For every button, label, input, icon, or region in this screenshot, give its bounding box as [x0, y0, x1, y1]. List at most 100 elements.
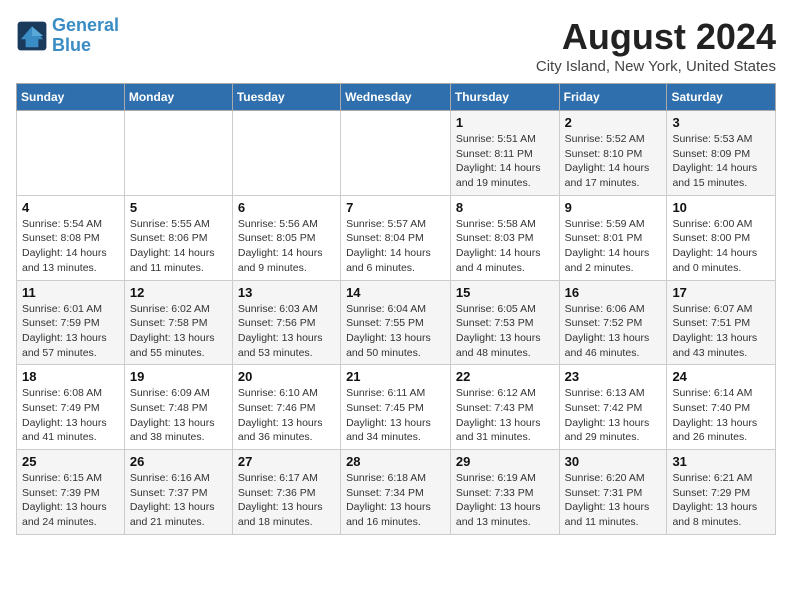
weekday-header-row: SundayMondayTuesdayWednesdayThursdayFrid… [17, 84, 776, 111]
calendar-week-5: 25Sunrise: 6:15 AMSunset: 7:39 PMDayligh… [17, 450, 776, 535]
day-info: Sunrise: 6:12 AMSunset: 7:43 PMDaylight:… [456, 386, 554, 445]
day-number: 24 [672, 369, 770, 384]
calendar-cell: 18 Sunrise: 6:08 AMSunset: 7:49 PMDayligh… [17, 365, 125, 450]
day-info: Sunrise: 6:16 AMSunset: 7:37 PMDaylight:… [130, 471, 227, 530]
calendar-cell [232, 111, 340, 196]
calendar-cell: 12 Sunrise: 6:02 AMSunset: 7:58 PMDayligh… [124, 280, 232, 365]
calendar-cell [341, 111, 451, 196]
day-number: 1 [456, 115, 554, 130]
calendar-cell: 22 Sunrise: 6:12 AMSunset: 7:43 PMDayligh… [450, 365, 559, 450]
calendar-week-3: 11Sunrise: 6:01 AMSunset: 7:59 PMDayligh… [17, 280, 776, 365]
day-info: Sunrise: 6:02 AMSunset: 7:58 PMDaylight:… [130, 302, 227, 361]
day-info: Sunrise: 6:09 AMSunset: 7:48 PMDaylight:… [130, 386, 227, 445]
day-info: Sunrise: 5:53 AMSunset: 8:09 PMDaylight:… [672, 132, 770, 191]
day-number: 12 [130, 285, 227, 300]
calendar-cell: 31 Sunrise: 6:21 AMSunset: 7:29 PMDayligh… [667, 450, 776, 535]
calendar-table: SundayMondayTuesdayWednesdayThursdayFrid… [16, 83, 776, 535]
day-number: 9 [565, 200, 662, 215]
calendar-cell: 23 Sunrise: 6:13 AMSunset: 7:42 PMDayligh… [559, 365, 667, 450]
calendar-cell: 17 Sunrise: 6:07 AMSunset: 7:51 PMDayligh… [667, 280, 776, 365]
day-number: 6 [238, 200, 335, 215]
day-number: 10 [672, 200, 770, 215]
day-info: Sunrise: 6:04 AMSunset: 7:55 PMDaylight:… [346, 302, 445, 361]
day-number: 19 [130, 369, 227, 384]
day-info: Sunrise: 5:54 AMSunset: 8:08 PMDaylight:… [22, 217, 119, 276]
calendar-cell: 5 Sunrise: 5:55 AMSunset: 8:06 PMDaylight… [124, 195, 232, 280]
day-info: Sunrise: 5:58 AMSunset: 8:03 PMDaylight:… [456, 217, 554, 276]
day-number: 17 [672, 285, 770, 300]
calendar-cell: 13Sunrise: 6:03 AMSunset: 7:56 PMDayligh… [232, 280, 340, 365]
day-info: Sunrise: 5:51 AMSunset: 8:11 PMDaylight:… [456, 132, 554, 191]
calendar-cell: 8 Sunrise: 5:58 AMSunset: 8:03 PMDaylight… [450, 195, 559, 280]
day-number: 5 [130, 200, 227, 215]
calendar-cell [124, 111, 232, 196]
calendar-cell: 29Sunrise: 6:19 AMSunset: 7:33 PMDayligh… [450, 450, 559, 535]
day-info: Sunrise: 6:17 AMSunset: 7:36 PMDaylight:… [238, 471, 335, 530]
day-number: 20 [238, 369, 335, 384]
calendar-subtitle: City Island, New York, United States [536, 58, 776, 75]
day-info: Sunrise: 6:13 AMSunset: 7:42 PMDaylight:… [565, 386, 662, 445]
day-number: 28 [346, 454, 445, 469]
calendar-cell: 10 Sunrise: 6:00 AMSunset: 8:00 PMDayligh… [667, 195, 776, 280]
day-info: Sunrise: 5:59 AMSunset: 8:01 PMDaylight:… [565, 217, 662, 276]
calendar-body: 1 Sunrise: 5:51 AMSunset: 8:11 PMDaylight… [17, 111, 776, 535]
day-info: Sunrise: 6:15 AMSunset: 7:39 PMDaylight:… [22, 471, 119, 530]
day-number: 18 [22, 369, 119, 384]
day-number: 16 [565, 285, 662, 300]
title-block: August 2024 City Island, New York, Unite… [536, 16, 776, 75]
day-number: 23 [565, 369, 662, 384]
calendar-cell: 14 Sunrise: 6:04 AMSunset: 7:55 PMDayligh… [341, 280, 451, 365]
day-number: 27 [238, 454, 335, 469]
day-info: Sunrise: 5:55 AMSunset: 8:06 PMDaylight:… [130, 217, 227, 276]
calendar-cell: 3Sunrise: 5:53 AMSunset: 8:09 PMDaylight… [667, 111, 776, 196]
weekday-header-tuesday: Tuesday [232, 84, 340, 111]
calendar-cell: 1 Sunrise: 5:51 AMSunset: 8:11 PMDaylight… [450, 111, 559, 196]
calendar-cell: 28Sunrise: 6:18 AMSunset: 7:34 PMDayligh… [341, 450, 451, 535]
day-info: Sunrise: 5:52 AMSunset: 8:10 PMDaylight:… [565, 132, 662, 191]
day-number: 21 [346, 369, 445, 384]
day-info: Sunrise: 6:14 AMSunset: 7:40 PMDaylight:… [672, 386, 770, 445]
weekday-header-monday: Monday [124, 84, 232, 111]
calendar-cell: 16Sunrise: 6:06 AMSunset: 7:52 PMDayligh… [559, 280, 667, 365]
day-number: 22 [456, 369, 554, 384]
weekday-header-friday: Friday [559, 84, 667, 111]
day-number: 15 [456, 285, 554, 300]
calendar-cell: 26 Sunrise: 6:16 AMSunset: 7:37 PMDayligh… [124, 450, 232, 535]
calendar-cell: 25Sunrise: 6:15 AMSunset: 7:39 PMDayligh… [17, 450, 125, 535]
day-number: 2 [565, 115, 662, 130]
day-info: Sunrise: 6:07 AMSunset: 7:51 PMDaylight:… [672, 302, 770, 361]
day-info: Sunrise: 6:21 AMSunset: 7:29 PMDaylight:… [672, 471, 770, 530]
logo-icon [16, 20, 48, 52]
weekday-header-saturday: Saturday [667, 84, 776, 111]
weekday-header-thursday: Thursday [450, 84, 559, 111]
calendar-week-1: 1 Sunrise: 5:51 AMSunset: 8:11 PMDaylight… [17, 111, 776, 196]
day-number: 31 [672, 454, 770, 469]
day-number: 7 [346, 200, 445, 215]
day-number: 8 [456, 200, 554, 215]
day-number: 4 [22, 200, 119, 215]
calendar-cell: 21 Sunrise: 6:11 AMSunset: 7:45 PMDayligh… [341, 365, 451, 450]
calendar-cell: 24 Sunrise: 6:14 AMSunset: 7:40 PMDayligh… [667, 365, 776, 450]
day-number: 26 [130, 454, 227, 469]
day-info: Sunrise: 6:08 AMSunset: 7:49 PMDaylight:… [22, 386, 119, 445]
page-header: General Blue August 2024 City Island, Ne… [16, 16, 776, 75]
day-number: 30 [565, 454, 662, 469]
calendar-cell: 6Sunrise: 5:56 AMSunset: 8:05 PMDaylight… [232, 195, 340, 280]
day-number: 11 [22, 285, 119, 300]
day-info: Sunrise: 6:05 AMSunset: 7:53 PMDaylight:… [456, 302, 554, 361]
day-info: Sunrise: 5:57 AMSunset: 8:04 PMDaylight:… [346, 217, 445, 276]
day-info: Sunrise: 6:19 AMSunset: 7:33 PMDaylight:… [456, 471, 554, 530]
day-info: Sunrise: 6:20 AMSunset: 7:31 PMDaylight:… [565, 471, 662, 530]
day-info: Sunrise: 6:11 AMSunset: 7:45 PMDaylight:… [346, 386, 445, 445]
calendar-cell: 27 Sunrise: 6:17 AMSunset: 7:36 PMDayligh… [232, 450, 340, 535]
calendar-cell [17, 111, 125, 196]
calendar-cell: 15 Sunrise: 6:05 AMSunset: 7:53 PMDayligh… [450, 280, 559, 365]
calendar-week-2: 4 Sunrise: 5:54 AMSunset: 8:08 PMDaylight… [17, 195, 776, 280]
day-number: 14 [346, 285, 445, 300]
weekday-header-sunday: Sunday [17, 84, 125, 111]
calendar-week-4: 18 Sunrise: 6:08 AMSunset: 7:49 PMDayligh… [17, 365, 776, 450]
calendar-title: August 2024 [536, 16, 776, 58]
calendar-cell: 4 Sunrise: 5:54 AMSunset: 8:08 PMDaylight… [17, 195, 125, 280]
day-info: Sunrise: 6:00 AMSunset: 8:00 PMDaylight:… [672, 217, 770, 276]
calendar-cell: 7 Sunrise: 5:57 AMSunset: 8:04 PMDaylight… [341, 195, 451, 280]
